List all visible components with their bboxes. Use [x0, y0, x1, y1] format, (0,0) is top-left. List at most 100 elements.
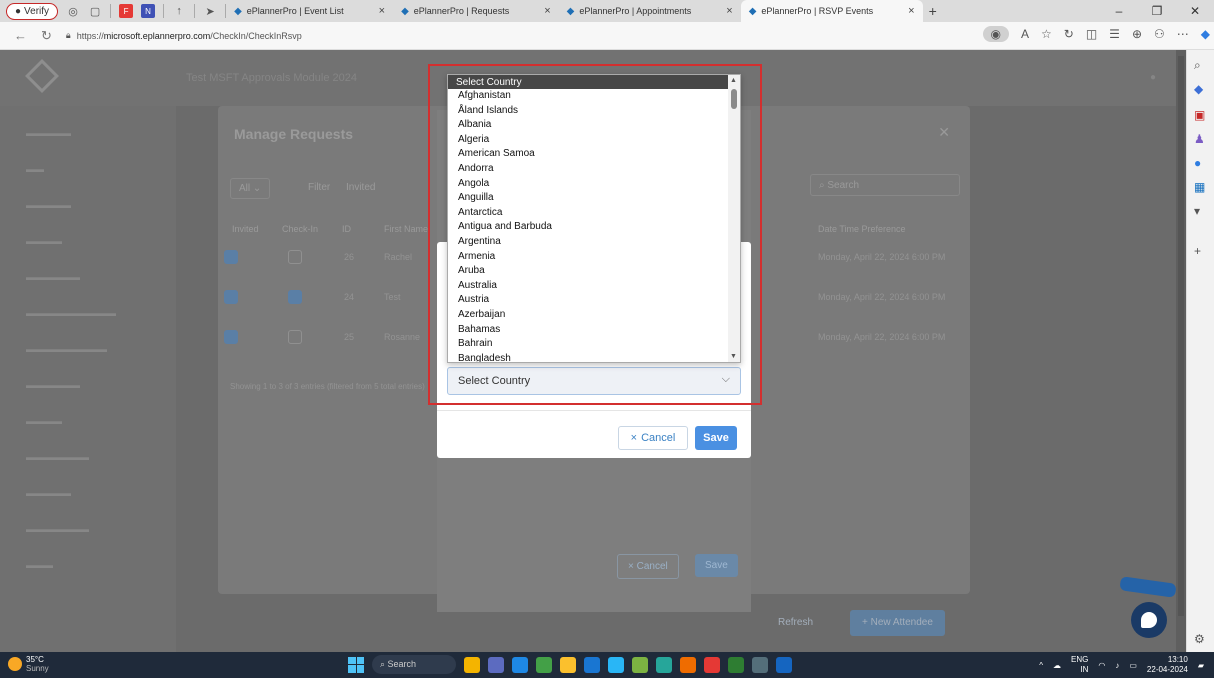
teams-icon[interactable]	[512, 656, 528, 673]
checkin-checkbox	[288, 330, 302, 344]
battery-icon[interactable]: ▭	[1129, 661, 1137, 670]
add-icon[interactable]: +	[1194, 244, 1201, 258]
table-cell: Monday, April 22, 2024 6:00 PM	[818, 332, 946, 342]
word-icon[interactable]	[776, 656, 792, 673]
pinned-app-icon[interactable]: N	[141, 4, 156, 18]
windows-start-icon[interactable]	[348, 656, 364, 673]
more-icon[interactable]: ⋯	[1177, 27, 1189, 41]
clock[interactable]: 13:10 22-04-2024	[1147, 655, 1188, 675]
close-tab-icon[interactable]: ×	[544, 5, 550, 17]
tab-appointments[interactable]: ◆ ePlannerPro | Appointments ×	[559, 0, 741, 22]
edge-sidebar: ⌕ ◆ ▣ ♟ ● ▦ ▾ + ⚙	[1186, 50, 1214, 652]
sidebar-item: ▬▬▬▬▬▬▬	[26, 524, 89, 534]
task-view-icon[interactable]	[488, 656, 504, 673]
tab-event-list[interactable]: ◆ ePlannerPro | Event List ×	[226, 0, 393, 22]
cloud-icon[interactable]: ☁	[1053, 661, 1061, 670]
wifi-icon[interactable]: ◠	[1098, 661, 1105, 670]
volume-icon[interactable]: ♪	[1115, 661, 1119, 670]
minimize-icon[interactable]: –	[1100, 4, 1138, 18]
taskbar-search[interactable]: ⌕ Search	[372, 655, 456, 674]
notepad-icon[interactable]	[752, 656, 768, 673]
cancel-button[interactable]: × Cancel	[618, 426, 688, 450]
event-title: Test MSFT Approvals Module 2024	[186, 72, 357, 84]
chevron-up-icon[interactable]: ^	[1039, 661, 1043, 670]
table-cell: Rachel	[384, 252, 413, 262]
filter-all-select: All ⌄	[230, 178, 271, 199]
tab-rsvp-events[interactable]: ◆ ePlannerPro | RSVP Events ×	[740, 0, 923, 22]
search-input: ⌕ Search	[810, 174, 960, 196]
favorite-star-icon[interactable]: ☆	[1041, 27, 1052, 41]
column-header: Date Time Preference	[818, 224, 906, 234]
favorites-icon[interactable]: ☰	[1109, 27, 1120, 41]
close-tab-icon[interactable]: ×	[908, 5, 914, 17]
window-controls: – ❐ ✕	[1100, 0, 1214, 22]
back-arrow-icon[interactable]: ←	[14, 28, 27, 43]
filter-value: Invited	[346, 182, 376, 193]
lock-icon: 🔒︎	[65, 30, 71, 40]
new-tab-icon[interactable]: +	[929, 3, 937, 19]
save-button[interactable]: Save	[695, 426, 737, 450]
collections-icon[interactable]: ⊕	[1132, 27, 1142, 41]
pinned-tab-icon[interactable]: ➤	[203, 4, 217, 18]
file-explorer-icon[interactable]	[560, 656, 576, 673]
pinned-app-icon[interactable]: F	[119, 4, 134, 18]
checkin-checkbox	[288, 290, 302, 304]
close-tab-icon[interactable]: ×	[379, 5, 385, 17]
gem-icon[interactable]: ◆	[1194, 82, 1203, 96]
close-icon: ×	[630, 432, 638, 444]
invited-checkbox	[224, 290, 238, 304]
filter-label: Filter	[308, 182, 331, 193]
weather-widget[interactable]: 35°C Sunny	[8, 655, 49, 673]
app-logo	[25, 59, 59, 93]
language-indicator[interactable]: ENG IN	[1071, 655, 1088, 675]
system-tray: ^ ☁ ENG IN ◠ ♪ ▭ 13:10 22-04-2024 ▰	[1039, 655, 1204, 675]
sidebar-item: ▬▬▬▬▬▬	[26, 272, 80, 282]
split-screen-icon[interactable]: ◫	[1086, 27, 1097, 41]
invited-checkbox	[224, 250, 238, 264]
tracking-prevention-icon[interactable]: ◉	[982, 26, 1009, 42]
drop-icon[interactable]: ▾	[1194, 204, 1200, 218]
read-aloud-icon[interactable]: A	[1021, 27, 1029, 41]
close-tab-icon[interactable]: ×	[726, 5, 732, 17]
verify-button[interactable]: ● Verify	[6, 2, 59, 20]
sidebar-item: ▬▬▬▬▬▬▬▬▬	[26, 344, 107, 354]
scrollbar-thumb[interactable]	[1178, 56, 1184, 616]
restore-icon[interactable]: ❐	[1138, 4, 1176, 18]
search-icon[interactable]: ⌕	[1194, 58, 1201, 73]
workspaces-icon[interactable]: ◎	[66, 4, 80, 18]
extensions-icon[interactable]: ⚇	[1154, 27, 1165, 41]
outlook-icon[interactable]: ▦	[1194, 180, 1205, 194]
checkin-checkbox	[288, 250, 302, 264]
widgets-icon[interactable]	[464, 656, 480, 673]
tab-requests[interactable]: ◆ ePlannerPro | Requests ×	[393, 0, 559, 22]
app-icon[interactable]	[704, 656, 720, 673]
shopping-icon[interactable]: ▣	[1194, 108, 1205, 122]
chat-bubble-icon	[1141, 612, 1157, 628]
pinned-tab-icon[interactable]: ↑	[172, 4, 186, 18]
url-path: /CheckIn/CheckInRsvp	[210, 30, 302, 41]
table-cell: Test	[384, 292, 401, 302]
tab-actions-icon[interactable]: ▢	[88, 4, 102, 18]
page-scrollbar[interactable]	[1176, 50, 1186, 652]
sidebar-item: ▬▬▬▬▬	[26, 488, 71, 498]
chat-widget-button[interactable]	[1131, 602, 1167, 638]
app-icon[interactable]	[656, 656, 672, 673]
chrome-icon[interactable]	[680, 656, 696, 673]
excel-icon[interactable]	[728, 656, 744, 673]
notification-icon[interactable]: ▰	[1198, 661, 1204, 670]
column-header: Check-In	[282, 224, 319, 234]
settings-gear-icon[interactable]: ⚙	[1194, 632, 1205, 646]
refresh-extension-icon[interactable]: ↻	[1064, 27, 1074, 41]
copilot-icon[interactable]: ◆	[1201, 27, 1210, 41]
reload-icon[interactable]: ↻	[41, 28, 52, 44]
close-window-icon[interactable]: ✕	[1176, 4, 1214, 18]
edge-icon[interactable]	[584, 656, 600, 673]
games-icon[interactable]: ♟	[1194, 132, 1205, 146]
app-icon[interactable]	[632, 656, 648, 673]
office-icon[interactable]: ●	[1194, 156, 1201, 170]
highlight-annotation	[428, 64, 762, 405]
url-field[interactable]: 🔒︎ https://microsoft.eplannerpro.com/Che…	[66, 30, 302, 41]
app-icon[interactable]	[536, 656, 552, 673]
store-icon[interactable]	[608, 656, 624, 673]
eplanner-favicon-icon: ◆	[566, 5, 575, 17]
